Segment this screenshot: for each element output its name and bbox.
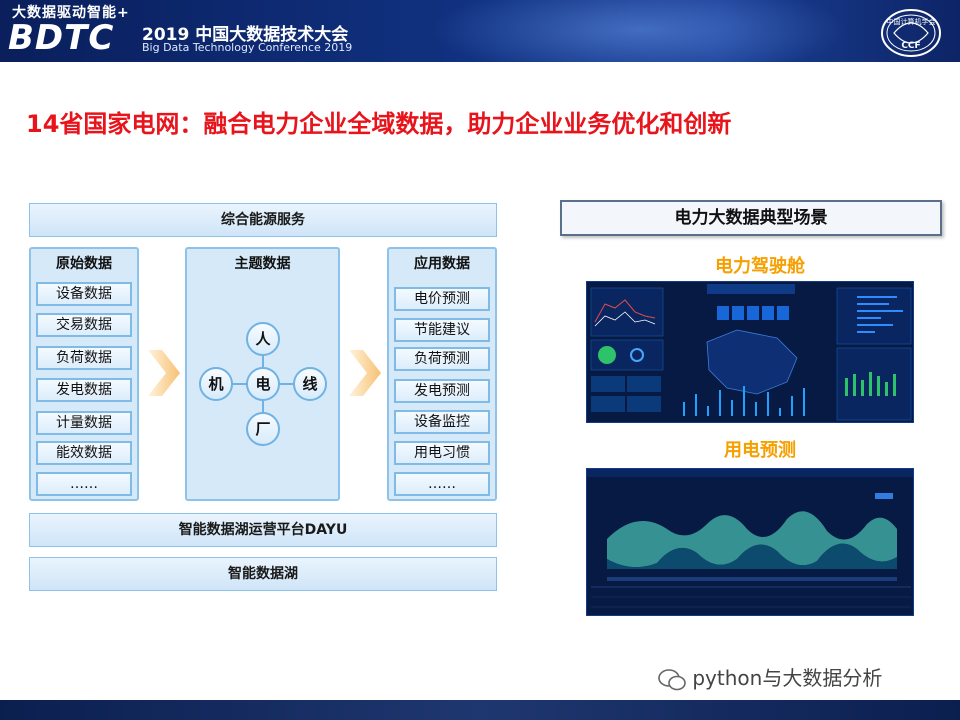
topic-node-machine: 机: [199, 367, 233, 401]
power-forecast-dashboard-image: [586, 468, 914, 616]
app-item: 电价预测: [394, 287, 490, 311]
topic-node-power: 电: [246, 367, 280, 401]
conference-title-en: Big Data Technology Conference 2019: [142, 41, 353, 54]
raw-item: 设备数据: [36, 282, 132, 306]
app-item: 节能建议: [394, 318, 490, 342]
platform-bar-label: 智能数据湖运营平台DAYU: [178, 522, 348, 538]
power-cockpit-dashboard-image: [586, 281, 914, 423]
data-lake-bar: 智能数据湖: [29, 557, 497, 591]
watermark-text: python与大数据分析: [692, 666, 883, 690]
page-title: 14省国家电网：融合电力企业全域数据，助力企业业务优化和创新: [26, 110, 732, 138]
wechat-icon: [658, 668, 686, 690]
raw-item: 负荷数据: [36, 346, 132, 370]
svg-text:CCF: CCF: [901, 41, 920, 51]
raw-item: 发电数据: [36, 378, 132, 402]
app-item-ellipsis: ……: [394, 472, 490, 496]
app-item: 用电习惯: [394, 441, 490, 465]
top-bar-integrated-energy: 综合能源服务: [29, 203, 497, 237]
raw-item-ellipsis: ……: [36, 472, 132, 496]
brand-logo-text: BDTC: [8, 18, 115, 58]
topic-node-line: 线: [293, 367, 327, 401]
right-arrow-icon: [349, 350, 381, 396]
right-arrow-icon: [148, 350, 180, 396]
svg-text:中国计算机学会: 中国计算机学会: [887, 17, 936, 26]
scene-cockpit-label: 电力驾驶舱: [715, 256, 805, 277]
platform-bar-dayu: 智能数据湖运营平台DAYU: [29, 513, 497, 547]
raw-item: 交易数据: [36, 313, 132, 337]
scene-forecast-label: 用电预测: [724, 440, 796, 461]
ccf-logo: 中国计算机学会 CCF: [881, 9, 941, 57]
app-item: 发电预测: [394, 379, 490, 403]
topic-node-person: 人: [246, 322, 280, 356]
raw-item: 计量数据: [36, 411, 132, 435]
app-data-title: 应用数据: [414, 256, 470, 272]
footer-bar: [0, 700, 960, 720]
raw-data-title: 原始数据: [56, 256, 112, 272]
topic-node-plant: 厂: [246, 412, 280, 446]
scenario-title-box: 电力大数据典型场景: [560, 200, 942, 236]
data-lake-label: 智能数据湖: [228, 566, 298, 582]
app-item: 负荷预测: [394, 347, 490, 371]
app-item: 设备监控: [394, 410, 490, 434]
raw-item: 能效数据: [36, 441, 132, 465]
watermark: python与大数据分析: [658, 662, 882, 691]
top-bar-label: 综合能源服务: [221, 212, 305, 228]
